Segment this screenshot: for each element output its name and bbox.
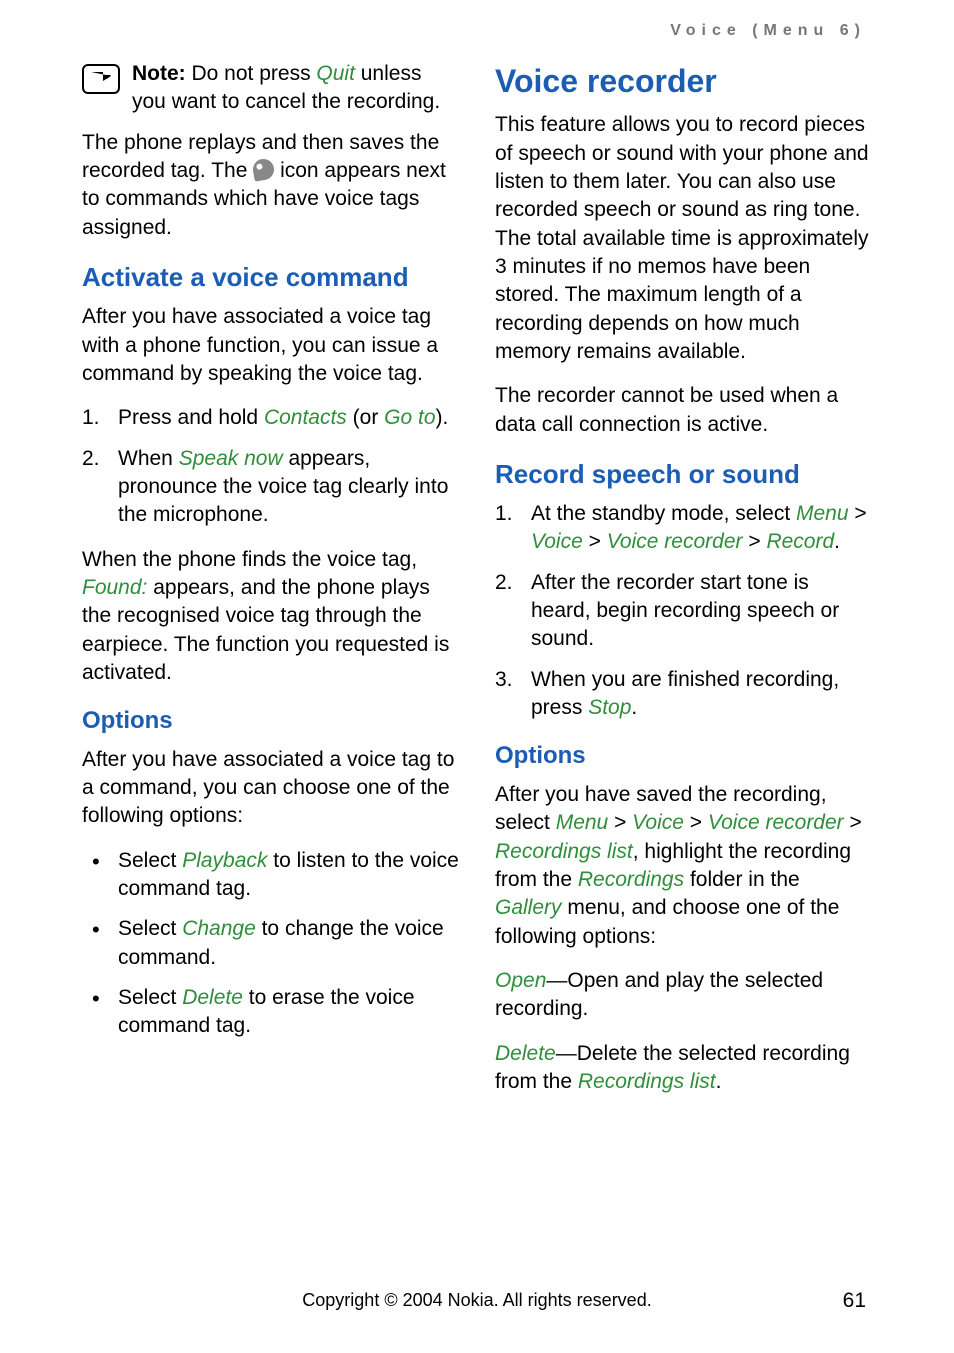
ui-delete-def: Delete [495, 1042, 556, 1065]
options-bullets-left: Select Playback to listen to the voice c… [82, 847, 459, 1041]
step-num: 1. [495, 500, 513, 528]
ui-delete: Delete [182, 986, 243, 1009]
step-num: 2. [82, 445, 100, 473]
ui-recordings: Recordings [578, 868, 684, 891]
ui-stop: Stop [588, 696, 631, 719]
heading-activate: Activate a voice command [82, 260, 459, 295]
ui-contacts: Contacts [264, 406, 347, 429]
note-part-a: Do not press [186, 62, 317, 85]
note-icon [82, 64, 120, 94]
left-column: Note: Do not press Quit unless you want … [82, 60, 459, 1112]
ui-recordings-list: Recordings list [495, 840, 633, 863]
voice-tag-icon [252, 157, 276, 181]
step-text-c: ). [436, 406, 449, 429]
heading-voice-recorder: Voice recorder [495, 60, 872, 103]
step-num: 2. [495, 569, 513, 597]
page: Voice (Menu 6) Note: Do not press Quit u… [0, 0, 954, 1112]
option-playback: Select Playback to listen to the voice c… [82, 847, 459, 904]
p3-c: folder in the [684, 868, 800, 891]
activate-step-2: 2. When Speak now appears, pronounce the… [82, 445, 459, 530]
ui-change: Change [182, 917, 256, 940]
para-vr-data-call: The recorder cannot be used when a data … [495, 382, 872, 439]
ui-open: Open [495, 969, 546, 992]
ui-voice: Voice [531, 530, 583, 553]
heading-options-right: Options [495, 740, 872, 772]
para-vr-intro: This feature allows you to record pieces… [495, 111, 872, 366]
activate-steps: 1. Press and hold Contacts (or Go to). 2… [82, 404, 459, 529]
opt-a: Select [118, 849, 182, 872]
def-open: Open—Open and play the selected recordin… [495, 967, 872, 1024]
option-change: Select Change to change the voice comman… [82, 915, 459, 972]
ui-goto: Go to [384, 406, 435, 429]
def-delete-desc-b: . [716, 1070, 722, 1093]
opt-a: Select [118, 917, 182, 940]
record-steps: 1. At the standby mode, select Menu > Vo… [495, 500, 872, 722]
record-step-1: 1. At the standby mode, select Menu > Vo… [495, 500, 872, 557]
footer: Copyright © 2004 Nokia. All rights reser… [0, 1290, 954, 1311]
def-delete: Delete—Delete the selected recording fro… [495, 1040, 872, 1097]
ui-voice: Voice [632, 811, 684, 834]
step-num: 1. [82, 404, 100, 432]
ui-gallery: Gallery [495, 896, 562, 919]
heading-options-left: Options [82, 705, 459, 737]
record-step-2: 2. After the recorder start tone is hear… [495, 569, 872, 654]
step-text: After the recorder start tone is heard, … [531, 571, 839, 651]
running-header: Voice (Menu 6) [82, 22, 872, 40]
copyright: Copyright © 2004 Nokia. All rights reser… [302, 1290, 651, 1311]
ui-menu: Menu [796, 502, 849, 525]
note-label: Note: [132, 62, 186, 85]
step-text-b: (or [347, 406, 384, 429]
option-delete: Select Delete to erase the voice command… [82, 984, 459, 1041]
para-options-intro-left: After you have associated a voice tag to… [82, 746, 459, 831]
note-text: Note: Do not press Quit unless you want … [132, 60, 459, 117]
para-options-intro-right: After you have saved the recording, sele… [495, 781, 872, 951]
opt-a: Select [118, 986, 182, 1009]
step-text-a: When you are finished recording, press [531, 668, 839, 719]
ui-speak-now: Speak now [179, 447, 283, 470]
step-num: 3. [495, 666, 513, 694]
step-text-b: . [631, 696, 637, 719]
step-text-a: Press and hold [118, 406, 264, 429]
activate-step-1: 1. Press and hold Contacts (or Go to). [82, 404, 459, 432]
ui-found: Found: [82, 576, 147, 599]
para-activate-intro: After you have associated a voice tag wi… [82, 303, 459, 388]
right-column: Voice recorder This feature allows you t… [495, 60, 872, 1112]
para-found-a: When the phone finds the voice tag, [82, 548, 417, 571]
columns: Note: Do not press Quit unless you want … [82, 60, 872, 1112]
step-text-a: At the standby mode, select [531, 502, 796, 525]
page-number: 61 [843, 1289, 866, 1313]
step-end: . [834, 530, 840, 553]
ui-playback: Playback [182, 849, 267, 872]
ui-menu: Menu [556, 811, 609, 834]
para-replay: The phone replays and then saves the rec… [82, 129, 459, 242]
step-text-a: When [118, 447, 179, 470]
ui-recordings-list-2: Recordings list [578, 1070, 716, 1093]
ui-voice-recorder: Voice recorder [708, 811, 844, 834]
note-row: Note: Do not press Quit unless you want … [82, 60, 459, 117]
ui-voice-recorder: Voice recorder [607, 530, 743, 553]
heading-record: Record speech or sound [495, 457, 872, 492]
ui-record: Record [766, 530, 834, 553]
ui-quit: Quit [316, 62, 355, 85]
para-found: When the phone finds the voice tag, Foun… [82, 546, 459, 688]
record-step-3: 3. When you are finished recording, pres… [495, 666, 872, 723]
